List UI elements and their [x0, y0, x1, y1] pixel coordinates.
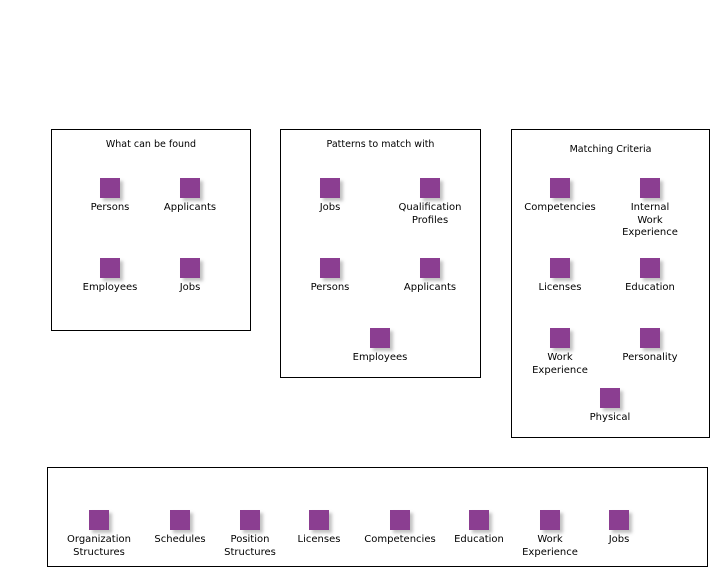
node-label-line: Employees: [352, 352, 408, 363]
diagram-canvas: What can be found Persons Applicants Employ…: [0, 0, 720, 580]
group-box-what-can-be-found: [51, 129, 251, 331]
node-what-can-be-found-employees[interactable]: Employees: [83, 258, 137, 293]
purple-square-icon[interactable]: [609, 510, 629, 530]
node-label-line: Physical: [589, 412, 631, 423]
node-matching-criteria-personality[interactable]: Personality: [622, 328, 678, 363]
node-label-jobs: Jobs: [539, 534, 699, 547]
node-what-can-be-found-persons[interactable]: Persons: [91, 178, 129, 213]
node-label-line: Jobs: [608, 534, 630, 545]
node-bottom-bar-position-structures[interactable]: Position Structures: [224, 510, 276, 558]
node-patterns-to-match-with-employees[interactable]: Employees: [353, 328, 407, 363]
purple-square-icon[interactable]: [309, 510, 329, 530]
node-label-line: Jobs: [179, 282, 201, 293]
node-bottom-bar-education[interactable]: Education: [454, 510, 504, 545]
purple-square-icon[interactable]: [550, 178, 570, 198]
node-bottom-bar-work-experience[interactable]: Work Experience: [522, 510, 578, 558]
node-bottom-bar-competencies[interactable]: Competencies: [364, 510, 436, 545]
node-what-can-be-found-applicants[interactable]: Applicants: [164, 178, 216, 213]
node-matching-criteria-competencies[interactable]: Competencies: [524, 178, 596, 213]
node-label-applicants: Applicants: [110, 202, 270, 215]
purple-square-icon[interactable]: [390, 510, 410, 530]
node-label-line: Structures: [224, 546, 276, 558]
purple-square-icon[interactable]: [320, 178, 340, 198]
node-label-line: Internal: [630, 202, 670, 213]
purple-square-icon[interactable]: [180, 258, 200, 278]
purple-square-icon[interactable]: [540, 510, 560, 530]
node-patterns-to-match-with-jobs[interactable]: Jobs: [320, 178, 340, 213]
node-label-line: Experience: [622, 227, 678, 238]
node-matching-criteria-work-experience[interactable]: Work Experience: [532, 328, 588, 376]
purple-square-icon[interactable]: [469, 510, 489, 530]
node-label-line: Experience: [532, 364, 588, 376]
group-title-matching-criteria: Matching Criteria: [569, 144, 652, 155]
node-label-line: Personality: [622, 352, 678, 363]
purple-square-icon[interactable]: [640, 258, 660, 278]
node-label-jobs: Jobs: [110, 282, 270, 295]
node-matching-criteria-education[interactable]: Education: [625, 258, 675, 293]
purple-square-icon[interactable]: [550, 328, 570, 348]
purple-square-icon[interactable]: [420, 258, 440, 278]
node-matching-criteria-physical[interactable]: Physical: [590, 388, 630, 423]
node-matching-criteria-internal-work-experience[interactable]: Internal Work Experience: [622, 178, 678, 238]
purple-square-icon[interactable]: [550, 258, 570, 278]
purple-square-icon[interactable]: [370, 328, 390, 348]
purple-square-icon[interactable]: [170, 510, 190, 530]
node-patterns-to-match-with-persons[interactable]: Persons: [311, 258, 349, 293]
node-label-line: Education: [625, 282, 675, 293]
purple-square-icon[interactable]: [420, 178, 440, 198]
node-bottom-bar-schedules[interactable]: Schedules: [154, 510, 206, 545]
purple-square-icon[interactable]: [100, 258, 120, 278]
node-bottom-bar-organization-structures[interactable]: Organization Structures: [67, 510, 131, 558]
node-label-internal-work-experience: Internal Work Experience: [570, 202, 720, 240]
node-label-line: Experience: [522, 546, 578, 558]
purple-square-icon[interactable]: [640, 178, 660, 198]
purple-square-icon[interactable]: [240, 510, 260, 530]
group-title-what-can-be-found: What can be found: [105, 139, 197, 150]
node-bottom-bar-jobs[interactable]: Jobs: [609, 510, 629, 545]
purple-square-icon[interactable]: [640, 328, 660, 348]
purple-square-icon[interactable]: [100, 178, 120, 198]
purple-square-icon[interactable]: [180, 178, 200, 198]
node-patterns-to-match-with-qualification-profiles[interactable]: Qualification Profiles: [399, 178, 461, 226]
node-label-line: Applicants: [163, 202, 217, 213]
node-label-line: Structures: [73, 546, 125, 558]
group-title-patterns-to-match-with: Patterns to match with: [326, 139, 435, 150]
purple-square-icon[interactable]: [320, 258, 340, 278]
node-label-education: Education: [570, 282, 720, 295]
node-what-can-be-found-jobs[interactable]: Jobs: [180, 258, 200, 293]
purple-square-icon[interactable]: [600, 388, 620, 408]
node-label-line: Work: [637, 214, 663, 226]
node-patterns-to-match-with-applicants[interactable]: Applicants: [404, 258, 456, 293]
node-label-employees: Employees: [300, 352, 460, 365]
node-label-physical: Physical: [530, 412, 690, 425]
purple-square-icon[interactable]: [89, 510, 109, 530]
node-bottom-bar-licenses[interactable]: Licenses: [298, 510, 340, 545]
node-label-personality: Personality: [570, 352, 720, 365]
node-label-line: Profiles: [411, 214, 449, 226]
node-matching-criteria-licenses[interactable]: Licenses: [539, 258, 581, 293]
